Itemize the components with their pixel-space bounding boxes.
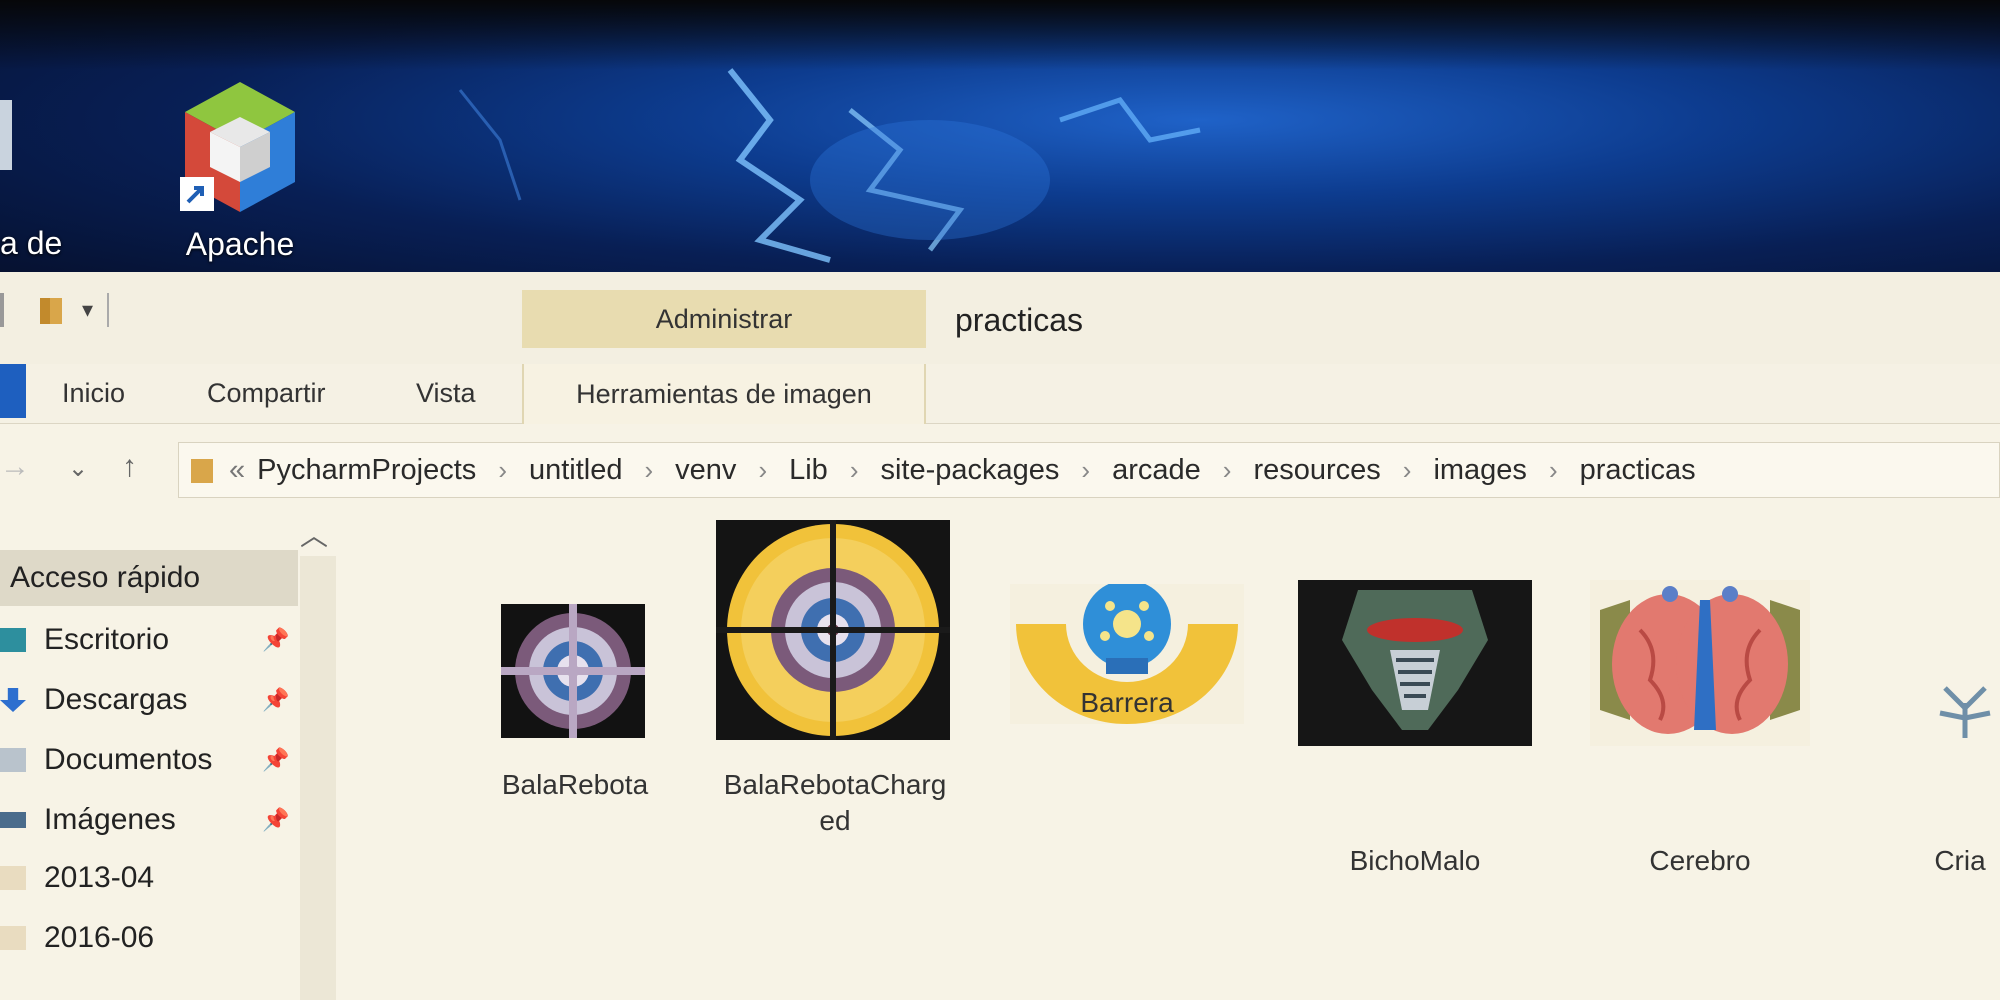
recent-locations-chevron-icon[interactable]: ⌄ <box>68 454 88 483</box>
breadcrumb-item[interactable]: PycharmProjects <box>257 454 476 487</box>
download-icon <box>0 688 26 712</box>
file-thumbnail <box>501 604 645 738</box>
nav-item-label: Acceso rápido <box>10 561 201 594</box>
nav-item-documentos[interactable]: Documentos 📌 <box>0 732 289 788</box>
folder-icon <box>0 926 26 950</box>
nav-scrollbar[interactable] <box>300 556 336 1000</box>
navigation-bar: → ⌄ ↑ « PycharmProjects › untitled › ven… <box>0 424 2000 514</box>
pin-icon[interactable]: 📌 <box>262 747 289 773</box>
desktop-icon <box>0 628 26 652</box>
nav-item-label: Imágenes <box>44 803 176 836</box>
breadcrumb-separator-icon[interactable]: › <box>498 455 507 486</box>
breadcrumb-item[interactable]: venv <box>675 454 736 487</box>
breadcrumb-item[interactable]: resources <box>1253 454 1380 487</box>
breadcrumb-separator-icon[interactable]: › <box>1081 455 1090 486</box>
file-name: BichoMalo <box>1349 845 1481 876</box>
desktop-wallpaper: a de Apache <box>0 0 2000 300</box>
breadcrumb-separator-icon[interactable]: › <box>1223 455 1232 486</box>
nav-item-label: Descargas <box>44 683 188 716</box>
window-title: practicas <box>955 302 1084 338</box>
breadcrumb-separator-icon[interactable]: › <box>645 455 654 486</box>
desktop-shortcut-apache[interactable]: Apache <box>160 72 320 263</box>
folder-icon <box>0 866 26 890</box>
tab-archivo[interactable] <box>0 364 26 418</box>
customize-toolbar-dropdown-icon[interactable]: ▾ <box>82 297 93 323</box>
breadcrumb-separator-icon[interactable]: › <box>1403 455 1412 486</box>
desktop-icon-label: Apache <box>185 226 295 262</box>
file-item[interactable]: Cerebro <box>1590 514 1830 876</box>
file-item[interactable]: Barrera <box>1010 584 1250 824</box>
pin-icon[interactable]: 📌 <box>262 807 289 833</box>
netbeans-cube-icon <box>180 82 295 212</box>
screen-bezel-shadow <box>0 0 2000 70</box>
tab-inicio[interactable]: Inicio <box>62 378 125 409</box>
up-arrow-icon[interactable]: ↑ <box>122 450 137 484</box>
file-thumbnail <box>1298 580 1532 746</box>
file-item[interactable]: BalaRebotaCharg ed <box>710 514 950 836</box>
file-thumbnail <box>716 520 950 740</box>
file-name: BalaRebotaCharg <box>723 769 947 800</box>
address-bar[interactable]: « PycharmProjects › untitled › venv › Li… <box>178 442 2000 498</box>
context-tab-administrar[interactable]: Administrar <box>522 290 926 348</box>
documents-icon <box>0 748 26 772</box>
desktop-shortcut-partial[interactable]: a de <box>0 90 70 261</box>
file-name: Cria <box>1934 845 1986 876</box>
tab-herramientas-de-imagen[interactable]: Herramientas de imagen <box>522 364 926 424</box>
breadcrumb-separator-icon[interactable]: › <box>850 455 859 486</box>
breadcrumb-overflow-icon[interactable]: « <box>229 454 245 487</box>
tab-vista[interactable]: Vista <box>416 378 476 409</box>
file-name: Cerebro <box>1649 845 1751 876</box>
breadcrumb-current[interactable]: practicas <box>1580 454 1696 487</box>
nav-item-escritorio[interactable]: Escritorio 📌 <box>0 612 289 668</box>
breadcrumb-item[interactable]: site-packages <box>880 454 1059 487</box>
folder-icon <box>191 459 213 483</box>
folder-icon[interactable] <box>38 294 68 326</box>
toolbar-edge <box>0 293 4 327</box>
toolbar-divider <box>107 293 110 327</box>
tab-compartir[interactable]: Compartir <box>207 378 326 409</box>
nav-item-descargas[interactable]: Descargas 📌 <box>0 672 289 728</box>
file-thumbnail <box>1590 580 1810 746</box>
pin-icon[interactable]: 📌 <box>262 627 289 653</box>
nav-quick-access[interactable]: Acceso rápido <box>0 550 298 606</box>
breadcrumb-item[interactable]: Lib <box>789 454 828 487</box>
forward-arrow-icon[interactable]: → <box>0 450 30 484</box>
nav-item-label: 2016-06 <box>44 921 155 954</box>
nav-item-label: Documentos <box>44 743 213 776</box>
file-item[interactable]: Cria <box>1900 514 2000 876</box>
scroll-up-chevron-icon[interactable]: ︿ <box>300 514 328 554</box>
file-name-continuation: ed <box>819 805 851 836</box>
breadcrumb-item[interactable]: untitled <box>529 454 623 487</box>
breadcrumb-separator-icon[interactable]: › <box>1549 455 1558 486</box>
nav-item-label: Escritorio <box>44 623 170 656</box>
title-bar: ▾ Administrar practicas <box>0 272 2000 364</box>
quick-access-toolbar: ▾ <box>0 290 110 330</box>
file-thumbnail <box>1939 686 1991 738</box>
file-item[interactable]: BalaRebota <box>460 594 660 814</box>
breadcrumb-separator-icon[interactable]: › <box>758 455 767 486</box>
file-name: Barrera <box>1080 687 1174 718</box>
nav-item-imagenes[interactable]: Imágenes 📌 <box>0 792 289 848</box>
navigation-pane: ︿ Acceso rápido Escritorio 📌 Descargas 📌… <box>0 514 340 1000</box>
file-name: BalaRebota <box>501 769 649 800</box>
recycle-bin-icon <box>0 100 12 170</box>
nav-item-2016-06[interactable]: 2016-06 <box>0 910 154 966</box>
file-item[interactable]: BichoMalo <box>1298 514 1538 876</box>
desktop-icon-label: a de <box>0 225 63 261</box>
nav-item-label: 2013-04 <box>44 861 155 894</box>
file-list: BalaRebota BalaRebotaCharg ed Barrera Bi… <box>340 514 2000 1000</box>
ribbon-tab-bar: Inicio Compartir Vista Herramientas de i… <box>0 364 2000 424</box>
breadcrumb-item[interactable]: arcade <box>1112 454 1201 487</box>
pin-icon[interactable]: 📌 <box>262 687 289 713</box>
breadcrumb-item[interactable]: images <box>1433 454 1527 487</box>
nav-item-2013-04[interactable]: 2013-04 <box>0 850 154 906</box>
pictures-icon <box>0 812 26 828</box>
file-explorer-window: ▾ Administrar practicas Inicio Compartir… <box>0 272 2000 1000</box>
